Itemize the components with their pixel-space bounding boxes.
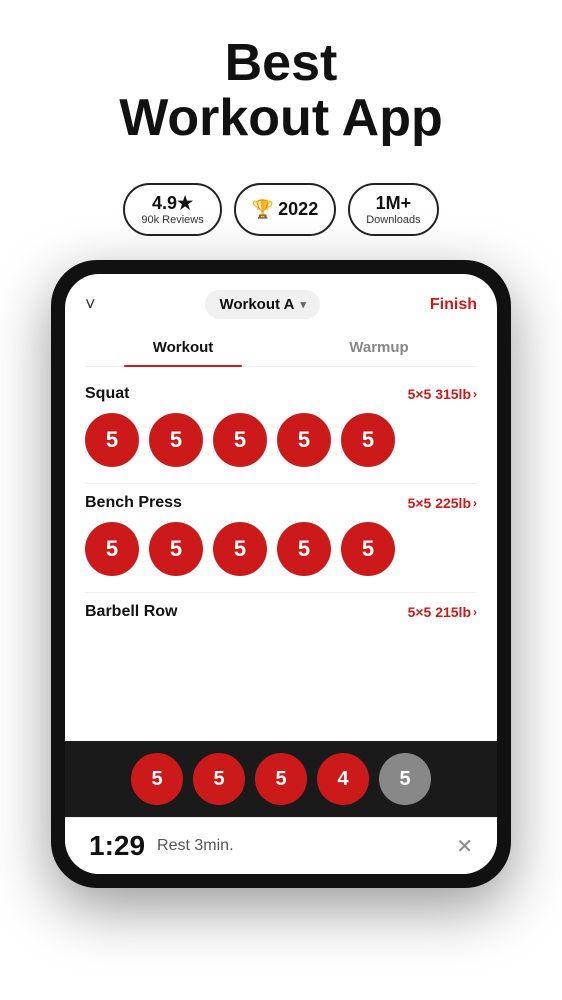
bottom-sets-bar: 5 5 5 4 5 <box>65 741 497 817</box>
back-chevron-icon[interactable]: ˅ <box>85 294 96 315</box>
downloads-badge: 1M+ Downloads <box>348 183 438 236</box>
bench-press-name: Bench Press <box>85 494 182 512</box>
downloads-value: 1M+ <box>376 193 412 214</box>
squat-set-3[interactable]: 5 <box>213 413 267 467</box>
bottom-set-3[interactable]: 5 <box>255 753 307 805</box>
barbell-row-name: Barbell Row <box>85 603 177 621</box>
timer-bar: 1:29 Rest 3min. ✕ <box>65 817 497 874</box>
bottom-set-5[interactable]: 5 <box>379 753 431 805</box>
award-badge: 🏆 2022 <box>234 183 336 236</box>
tab-warmup[interactable]: Warmup <box>281 329 477 366</box>
timer-close-icon[interactable]: ✕ <box>456 834 473 859</box>
squat-set-2[interactable]: 5 <box>149 413 203 467</box>
tabs-bar: Workout Warmup <box>85 329 477 367</box>
downloads-sub: Downloads <box>366 214 420 226</box>
phone-mockup: ˅ Workout A ▾ Finish Workout Warmup <box>51 260 511 888</box>
tab-workout[interactable]: Workout <box>85 329 281 366</box>
squat-sets: 5 5 5 5 5 <box>85 413 477 467</box>
squat-set-5[interactable]: 5 <box>341 413 395 467</box>
selector-arrow-icon: ▾ <box>300 298 306 311</box>
squat-set-1[interactable]: 5 <box>85 413 139 467</box>
finish-button[interactable]: Finish <box>430 296 477 314</box>
rating-sub: 90k Reviews <box>141 214 203 226</box>
exercise-bench-press: Bench Press 5×5 225lb › 5 5 5 5 5 <box>65 484 497 592</box>
squat-name: Squat <box>85 385 129 403</box>
exercise-squat: Squat 5×5 315lb › 5 5 5 5 5 <box>65 375 497 483</box>
bench-press-detail[interactable]: 5×5 225lb › <box>408 495 477 511</box>
squat-detail[interactable]: 5×5 315lb › <box>408 386 477 402</box>
rating-badge: 4.9★ 90k Reviews <box>123 183 221 236</box>
squat-chevron-icon: › <box>473 387 477 401</box>
bench-set-4[interactable]: 5 <box>277 522 331 576</box>
bottom-set-1[interactable]: 5 <box>131 753 183 805</box>
timer-label: Rest 3min. <box>157 837 233 855</box>
barbell-row-detail[interactable]: 5×5 215lb › <box>408 604 477 620</box>
squat-set-4[interactable]: 5 <box>277 413 331 467</box>
phone-screen: ˅ Workout A ▾ Finish Workout Warmup <box>65 274 497 874</box>
bottom-set-4[interactable]: 4 <box>317 753 369 805</box>
rating-value: 4.9★ <box>152 193 193 214</box>
badges-row: 4.9★ 90k Reviews 🏆 2022 1M+ Downloads <box>123 183 438 236</box>
bench-press-sets: 5 5 5 5 5 <box>85 522 477 576</box>
exercise-list: Squat 5×5 315lb › 5 5 5 5 5 <box>65 367 497 741</box>
barbell-row-chevron-icon: › <box>473 605 477 619</box>
page-title: Best Workout App <box>119 36 443 145</box>
workout-selector[interactable]: Workout A ▾ <box>205 290 320 319</box>
award-value: 🏆 2022 <box>252 199 318 220</box>
trophy-icon: 🏆 <box>252 199 274 220</box>
bottom-set-2[interactable]: 5 <box>193 753 245 805</box>
app-header: ˅ Workout A ▾ Finish <box>65 274 497 329</box>
bench-set-5[interactable]: 5 <box>341 522 395 576</box>
exercise-barbell-row: Barbell Row 5×5 215lb › <box>65 593 497 635</box>
bench-set-2[interactable]: 5 <box>149 522 203 576</box>
bench-set-3[interactable]: 5 <box>213 522 267 576</box>
timer-time: 1:29 <box>89 830 145 862</box>
bench-set-1[interactable]: 5 <box>85 522 139 576</box>
bench-press-chevron-icon: › <box>473 496 477 510</box>
phone-frame: ˅ Workout A ▾ Finish Workout Warmup <box>51 260 511 888</box>
page-header: Best Workout App <box>99 0 463 165</box>
